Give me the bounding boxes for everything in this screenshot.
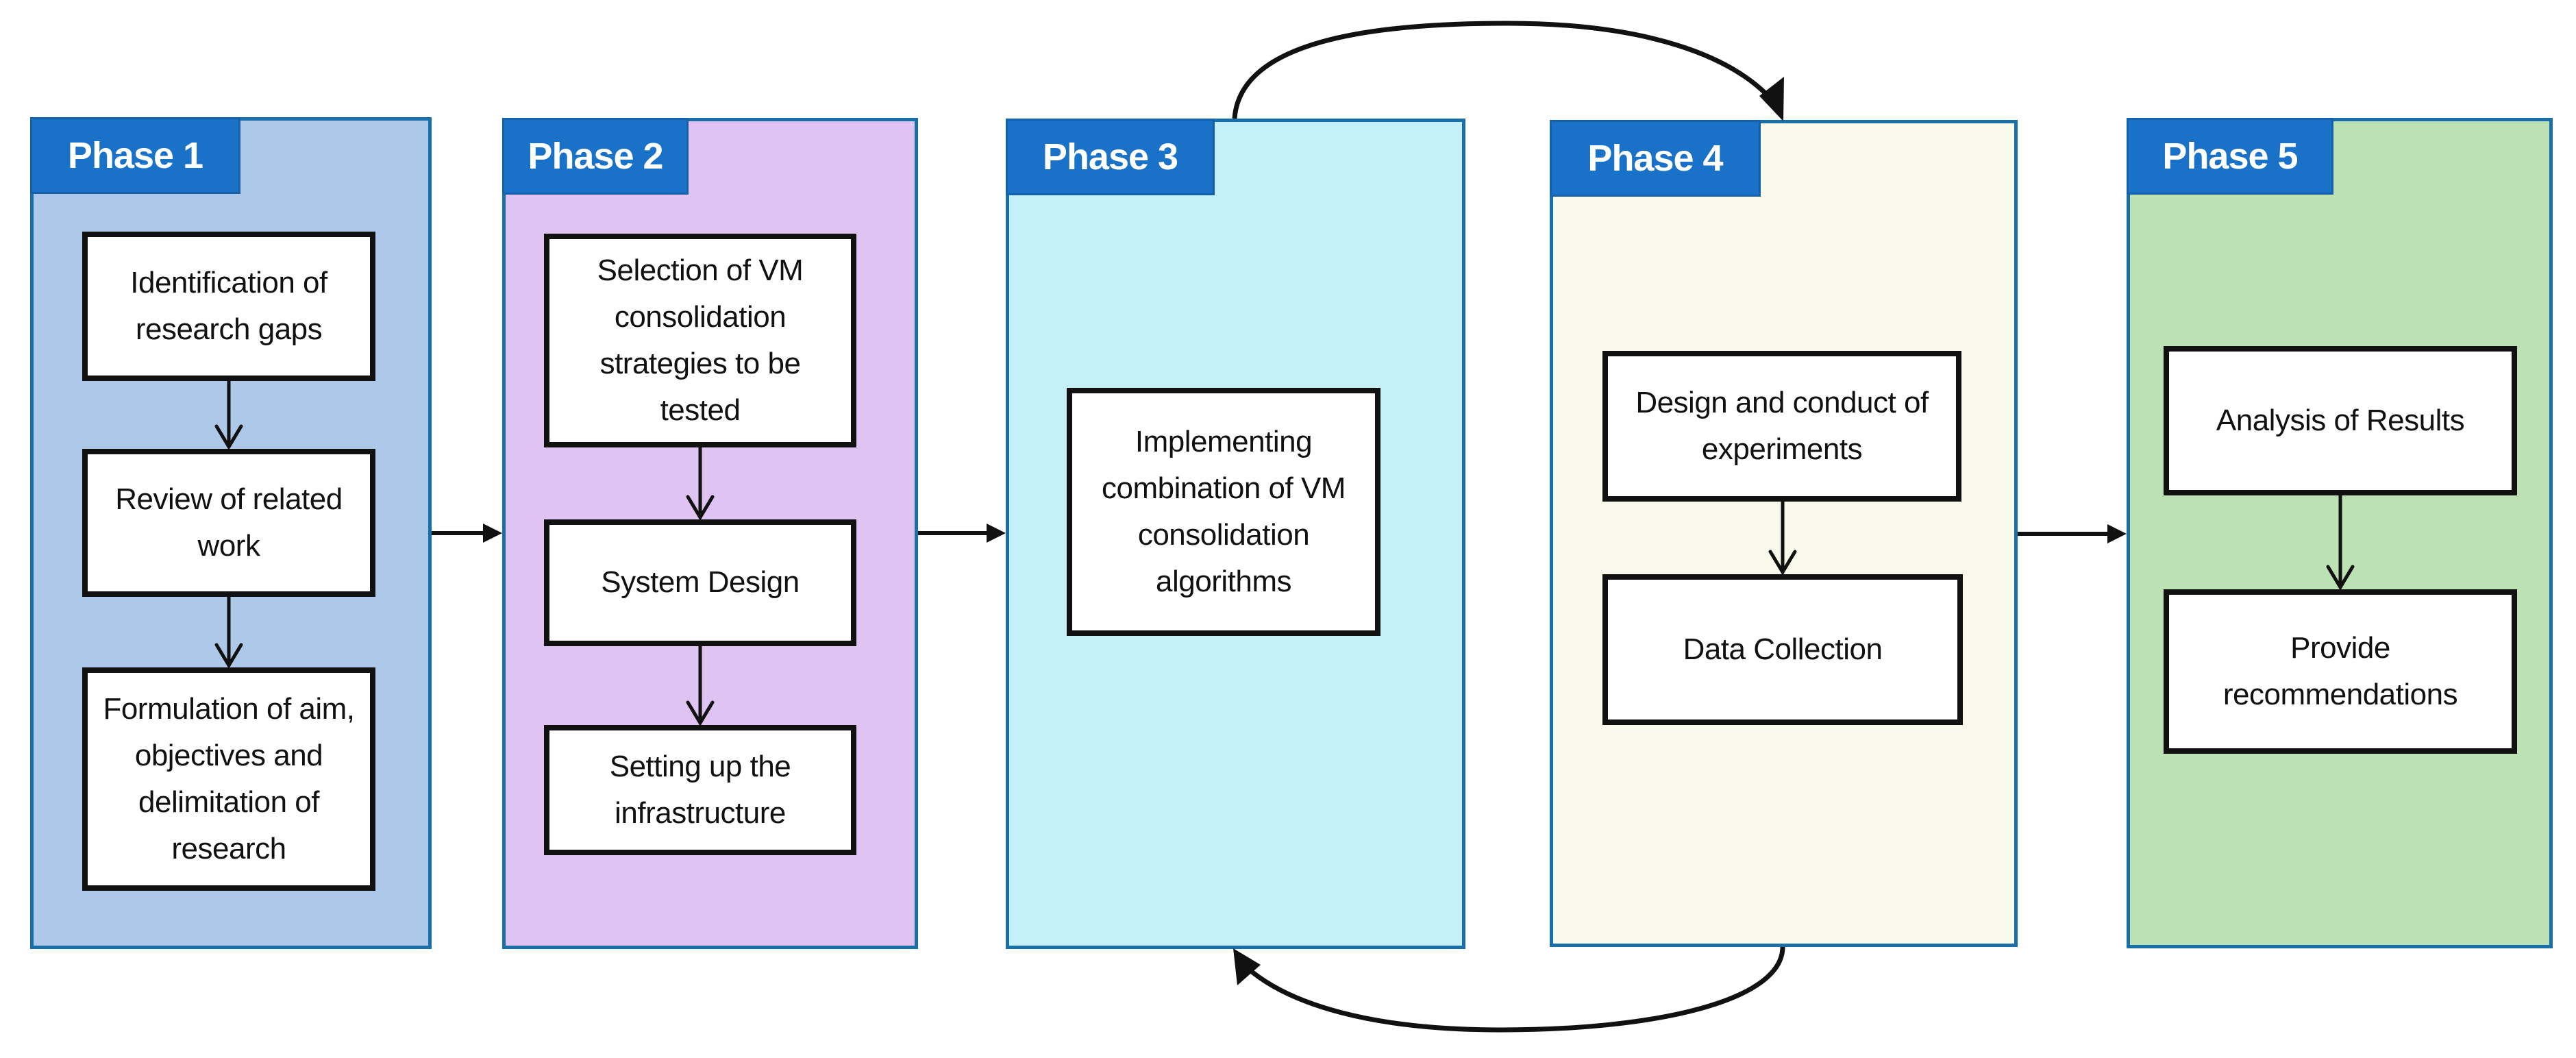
- phase-2-tab: Phase 2: [502, 118, 689, 195]
- phase-2-step-infrastructure: Setting up the infrastructure: [544, 725, 856, 855]
- phase-2-step-selection: Selection of VM consolidation strategies…: [544, 234, 856, 447]
- arrow-phase1-to-phase2: [432, 524, 502, 543]
- phase-4-step-data-collection: Data Collection: [1602, 574, 1963, 725]
- phase-4-tab: Phase 4: [1550, 120, 1761, 197]
- phase-4-panel: Phase 4: [1550, 120, 2018, 947]
- arc-phase4-to-phase3: [1233, 946, 1785, 1033]
- phase-4-step-design-experiments: Design and conduct of experiments: [1602, 351, 1961, 502]
- phase-5-step-analysis: Analysis of Results: [2164, 346, 2517, 495]
- phase-2-step-system-design: System Design: [544, 519, 856, 646]
- arrow-phase2-to-phase3: [918, 524, 1006, 543]
- phase-3-tab: Phase 3: [1006, 119, 1215, 195]
- arc-phase3-to-phase4: [1232, 21, 1784, 121]
- phase-1-step-identify-gaps: Identification of research gaps: [82, 232, 375, 381]
- arrow-phase4-to-phase5: [2018, 524, 2127, 543]
- phase-5-tab: Phase 5: [2127, 118, 2333, 195]
- phase-1-step-review-related-work: Review of related work: [82, 449, 375, 597]
- phase-1-step-formulation: Formulation of aim, objectives and delim…: [82, 667, 375, 891]
- phase-1-tab: Phase 1: [30, 117, 240, 194]
- phase-5-step-recommendations: Provide recommendations: [2164, 589, 2517, 754]
- phase-5-panel: Phase 5: [2127, 118, 2553, 948]
- phase-3-step-implementing: Implementing combination of VM consolida…: [1067, 388, 1380, 636]
